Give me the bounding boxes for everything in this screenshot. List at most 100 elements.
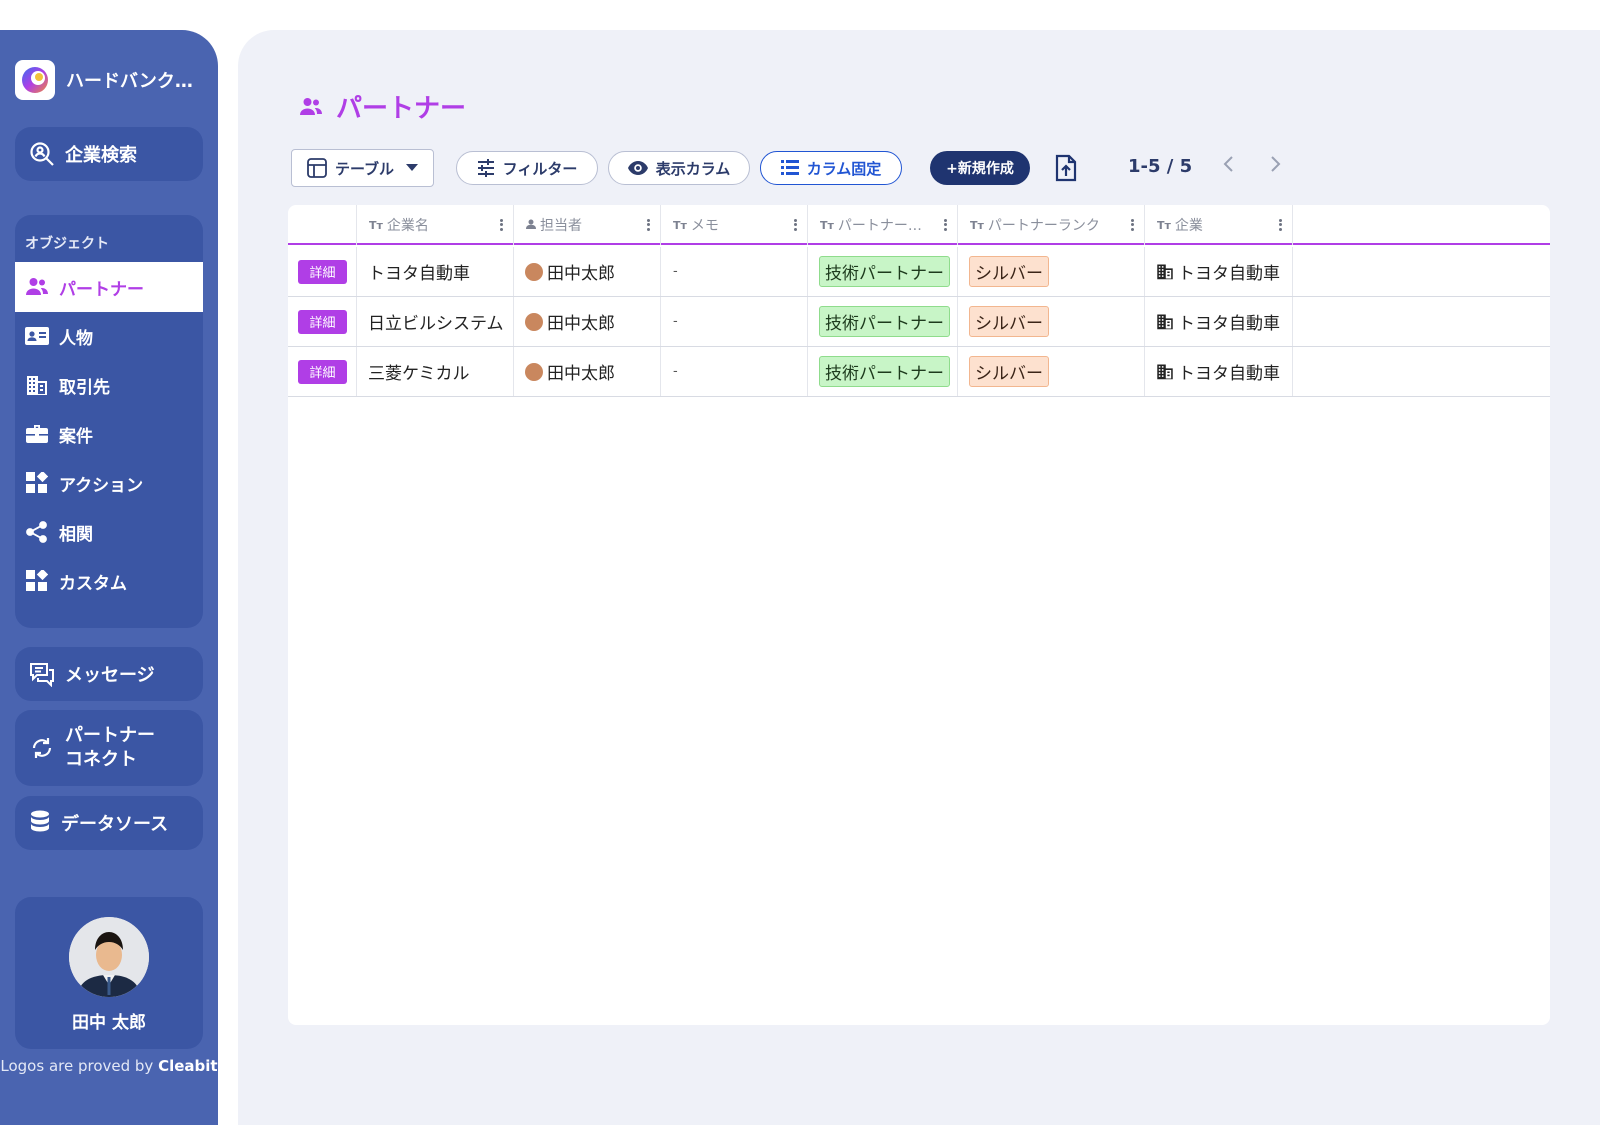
sidebar-item-label: 案件 [59,426,93,447]
sidebar-item-people[interactable]: 人物 [15,311,203,361]
cell-organization[interactable]: トヨタ自動車 [1145,297,1293,346]
sidebar-item-label: 取引先 [59,377,110,398]
more-vertical-icon[interactable] [793,217,797,233]
main-panel: パートナー テーブル フィルター 表示カラム カラム固定 +新規作成 1-5 /… [238,30,1600,1125]
cell-organization[interactable]: トヨタ自動車 [1145,247,1293,296]
cell-partner-rank[interactable]: シルバー [958,297,1145,346]
partner-rank-tag: シルバー [969,256,1049,287]
column-header-label: 企業 [1174,218,1203,234]
cell-owner[interactable]: 田中太郎 [514,297,661,346]
file-upload-icon[interactable] [1052,152,1080,184]
building-icon [24,372,50,398]
create-new-button[interactable]: +新規作成 [930,151,1030,185]
messages-button[interactable]: メッセージ [15,647,203,701]
avatar [525,362,543,381]
widgets-icon [24,470,50,496]
share-icon [24,519,50,545]
datasource-button[interactable]: データソース [15,796,203,850]
sidebar-item-deals[interactable]: 案件 [15,409,203,459]
partner-connect-line2: コネクト [65,749,137,770]
sidebar-item-label: 相関 [59,524,93,545]
fix-columns-button[interactable]: カラム固定 [760,151,902,185]
avatar [525,262,543,281]
filter-button[interactable]: フィルター [456,151,598,185]
organization-name: トヨタ自動車 [1178,314,1280,334]
cell-company[interactable]: トヨタ自動車 [357,247,514,296]
filter-label: フィルター [502,159,578,178]
cell-partner-rank[interactable]: シルバー [958,347,1145,396]
cell-partner-type[interactable]: 技術パートナー [808,347,958,396]
cell-memo[interactable]: - [661,347,808,396]
column-header-company[interactable]: Tт 企業名 [357,205,514,245]
sidebar-item-label: パートナー [59,279,144,300]
sidebar-item-actions[interactable]: アクション [15,458,203,508]
partner-rank-tag: シルバー [969,356,1049,387]
organization-name: トヨタ自動車 [1178,264,1280,284]
user-profile[interactable]: 田中 太郎 [15,897,203,1049]
cell-owner[interactable]: 田中太郎 [514,347,661,396]
avatar [69,917,149,997]
cell-company[interactable]: 三菱ケミカル [357,347,514,396]
chevron-right-icon[interactable] [1270,154,1282,178]
cell-organization[interactable]: トヨタ自動車 [1145,347,1293,396]
view-select[interactable]: テーブル [291,149,434,187]
owner-name: 田中太郎 [547,314,615,334]
datasource-label: データソース [61,814,169,835]
column-header-label: メモ [690,218,719,234]
cell-partner-type[interactable]: 技術パートナー [808,297,958,346]
view-select-label: テーブル [334,159,395,178]
contact-card-icon [24,323,50,349]
text-type-icon: Tт [369,218,383,232]
sidebar-item-accounts[interactable]: 取引先 [15,360,203,410]
company-search-button[interactable]: 企業検索 [15,127,203,181]
more-vertical-icon[interactable] [1278,217,1282,233]
column-header-label: 担当者 [540,218,582,234]
credit-brand[interactable]: Cleabit [158,1057,218,1075]
more-vertical-icon[interactable] [1130,217,1134,233]
building-icon [1156,313,1174,330]
chevron-left-icon[interactable] [1222,154,1234,178]
user-name: 田中 太郎 [72,1013,146,1033]
brand[interactable]: ハードバンク… [15,60,205,100]
visible-columns-button[interactable]: 表示カラム [608,151,750,185]
fix-columns-label: カラム固定 [806,159,882,178]
pagination-range: 1-5 / 5 [1128,156,1193,177]
cell-memo[interactable]: - [661,247,808,296]
sidebar-item-custom[interactable]: カスタム [15,556,203,606]
brand-logo-icon [15,60,55,100]
column-header-partner-type[interactable]: Tт パートナー… [808,205,958,245]
text-type-icon: Tт [970,218,984,232]
partner-connect-line1: パートナー [65,725,155,746]
detail-button[interactable]: 詳細 [298,359,347,384]
sidebar-item-correlation[interactable]: 相関 [15,507,203,557]
owner-name: 田中太郎 [547,364,615,384]
cell-partner-type[interactable]: 技術パートナー [808,247,958,296]
cell-company[interactable]: 日立ビルシステム [357,297,514,346]
credit-prefix: Logos are proved by [0,1057,154,1075]
column-header-actions [288,205,357,245]
column-header-memo[interactable]: Tт メモ [661,205,808,245]
chat-icon [29,661,55,687]
search-person-icon [29,141,55,167]
sidebar-item-partner[interactable]: パートナー [15,262,203,312]
cell-owner[interactable]: 田中太郎 [514,247,661,296]
partner-connect-button[interactable]: パートナー コネクト [15,710,203,786]
more-vertical-icon[interactable] [499,217,503,233]
table-row: 詳細 三菱ケミカル 田中太郎 - 技術パートナー シルバー トヨタ自動車 [288,347,1550,397]
page-title: パートナー [298,88,466,125]
company-search-label: 企業検索 [65,145,137,166]
cell-partner-rank[interactable]: シルバー [958,247,1145,296]
text-type-icon: Tт [673,218,687,232]
detail-button[interactable]: 詳細 [298,309,347,334]
more-vertical-icon[interactable] [943,217,947,233]
cell-memo[interactable]: - [661,297,808,346]
detail-button[interactable]: 詳細 [298,259,347,284]
more-vertical-icon[interactable] [646,217,650,233]
column-header-organization[interactable]: Tт 企業 [1145,205,1293,245]
logo-credit: Logos are proved by Cleabit [0,1057,218,1075]
owner-name: 田中太郎 [547,264,615,284]
text-type-icon: Tт [1157,218,1171,232]
column-header-owner[interactable]: 担当者 [514,205,661,245]
sidebar-item-label: 人物 [59,328,93,349]
column-header-partner-rank[interactable]: Tт パートナーランク [958,205,1145,245]
